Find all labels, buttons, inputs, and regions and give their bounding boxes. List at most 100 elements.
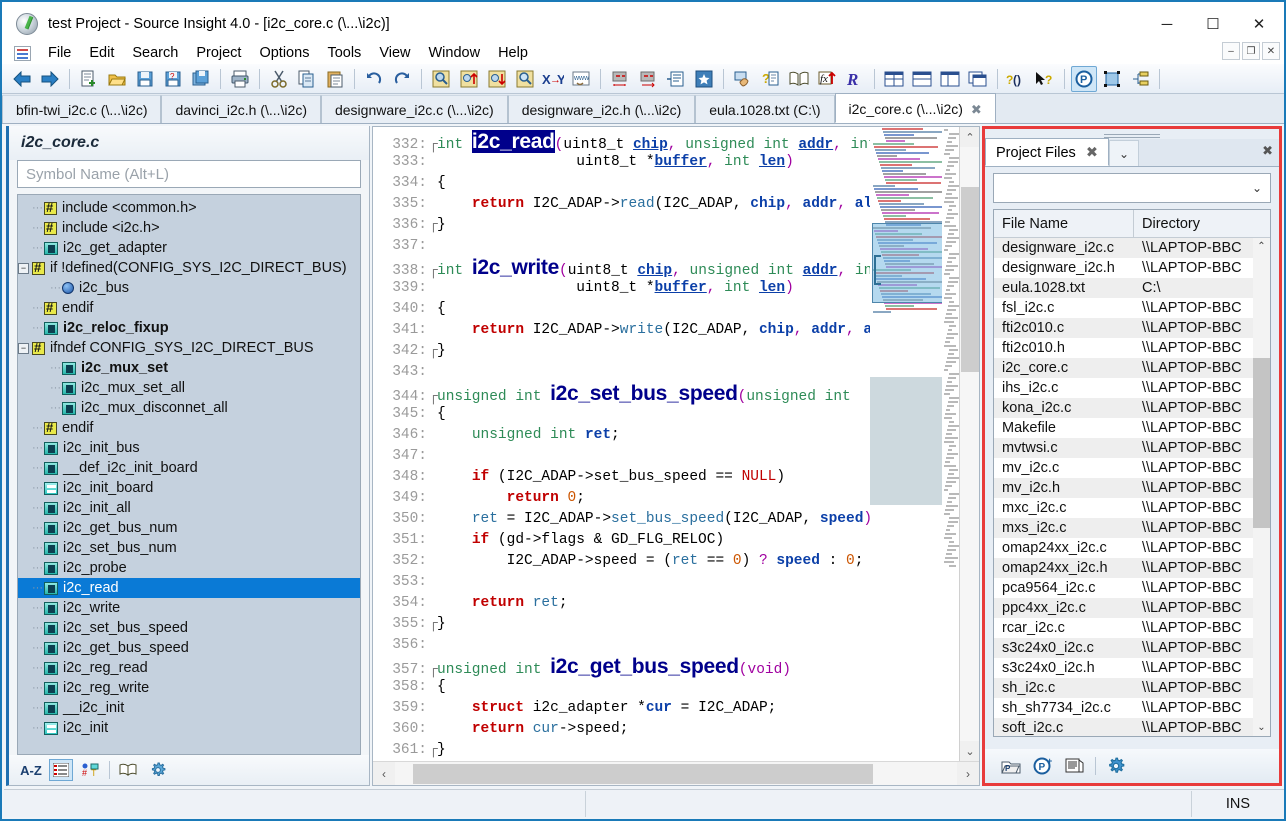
symbol-item[interactable]: ··· i2c_mux_set: [18, 358, 360, 378]
mdi-close-button[interactable]: ✕: [1262, 42, 1280, 60]
menu-window[interactable]: Window: [419, 43, 489, 63]
scroll-right-icon[interactable]: ›: [957, 762, 979, 786]
code-line[interactable]: 353:: [373, 572, 870, 593]
code-line[interactable]: 337:: [373, 236, 870, 257]
tile-icon[interactable]: [881, 66, 907, 92]
tab-davinci-i2c-h[interactable]: davinci_i2c.h (\...\i2c): [161, 95, 321, 123]
project-filter-combobox[interactable]: ⌄: [993, 173, 1271, 203]
relation-icon[interactable]: R: [842, 66, 868, 92]
symbol-search-input[interactable]: Symbol Name (Alt+L): [17, 160, 361, 188]
symbol-item[interactable]: ··· __def_i2c_init_board: [18, 458, 360, 478]
mdi-minimize-button[interactable]: –: [1222, 42, 1240, 60]
chevron-down-icon[interactable]: ⌄: [1252, 181, 1262, 195]
symbol-item[interactable]: ··· __i2c_init: [18, 698, 360, 718]
paste-icon[interactable]: [322, 66, 348, 92]
menu-view[interactable]: View: [370, 43, 419, 63]
code-line[interactable]: 361: ┌}: [373, 740, 870, 761]
table-row[interactable]: pca9564_i2c.c \\LAPTOP-BBC: [994, 578, 1270, 598]
menu-edit[interactable]: Edit: [80, 43, 123, 63]
menu-search[interactable]: Search: [123, 43, 187, 63]
back-icon[interactable]: [9, 66, 35, 92]
new-file-icon[interactable]: [76, 66, 102, 92]
bookmark-left-icon[interactable]: [607, 66, 633, 92]
scrollbar-track[interactable]: [960, 147, 979, 741]
symbol-item[interactable]: ··· i2c_get_bus_speed: [18, 638, 360, 658]
column-header-file-name[interactable]: File Name: [994, 210, 1134, 237]
project-window-icon[interactable]: [1099, 66, 1125, 92]
code-line[interactable]: 348: if (I2C_ADAP->set_bus_speed == NULL…: [373, 467, 870, 488]
code-line[interactable]: 346: unsigned int ret;: [373, 425, 870, 446]
symbol-item[interactable]: − ifndef CONFIG_SYS_I2C_DIRECT_BUS: [18, 338, 360, 358]
table-row[interactable]: fti2c010.c \\LAPTOP-BBC: [994, 318, 1270, 338]
scroll-left-icon[interactable]: ‹: [373, 762, 395, 786]
search-icon[interactable]: [428, 66, 454, 92]
undo-icon[interactable]: [361, 66, 387, 92]
save-all-icon[interactable]: [188, 66, 214, 92]
symbol-item[interactable]: ··· i2c_mux_disconnet_all: [18, 398, 360, 418]
table-row[interactable]: ihs_i2c.c \\LAPTOP-BBC: [994, 378, 1270, 398]
table-row[interactable]: mv_i2c.h \\LAPTOP-BBC: [994, 478, 1270, 498]
symbol-item[interactable]: ··· i2c_reg_write: [18, 678, 360, 698]
file-properties-icon[interactable]: [1063, 754, 1087, 778]
tab-close-icon[interactable]: ✖: [971, 102, 982, 117]
symbol-item[interactable]: − if !defined(CONFIG_SYS_I2C_DIRECT_BUS): [18, 258, 360, 278]
search-files-icon[interactable]: [512, 66, 538, 92]
book-icon[interactable]: [116, 759, 140, 781]
symbol-list-icon[interactable]: [49, 759, 73, 781]
table-row[interactable]: fsl_i2c.c \\LAPTOP-BBC: [994, 298, 1270, 318]
context-help-icon[interactable]: ?: [758, 66, 784, 92]
code-line[interactable]: 332: ┌int i2c_read(uint8_t chip, unsigned…: [373, 130, 870, 153]
tab-close-icon[interactable]: ✖: [1086, 145, 1098, 161]
gear-icon[interactable]: [146, 759, 170, 781]
cascade-icon[interactable]: [965, 66, 991, 92]
menu-options[interactable]: Options: [250, 43, 318, 63]
column-header-directory[interactable]: Directory: [1134, 210, 1270, 237]
symbol-item[interactable]: ···endif: [18, 298, 360, 318]
table-row[interactable]: designware_i2c.h \\LAPTOP-BBC: [994, 258, 1270, 278]
code-line[interactable]: 357: ┌unsigned int i2c_get_bus_speed(void…: [373, 656, 870, 678]
gear-icon[interactable]: [1104, 754, 1128, 778]
table-row[interactable]: s3c24x0_i2c.h \\LAPTOP-BBC: [994, 658, 1270, 678]
fold-marker-icon[interactable]: ┌: [429, 740, 438, 761]
favorite-icon[interactable]: [691, 66, 717, 92]
code-line[interactable]: 349: return 0;: [373, 488, 870, 509]
fold-marker-icon[interactable]: ┌: [429, 215, 438, 236]
expander-icon[interactable]: −: [18, 262, 29, 274]
table-row[interactable]: fti2c010.h \\LAPTOP-BBC: [994, 338, 1270, 358]
symbol-item[interactable]: ··· i2c_get_bus_num: [18, 518, 360, 538]
project-files-list[interactable]: File Name Directory designware_i2c.c \\LA…: [993, 209, 1271, 737]
code-line[interactable]: 342: ┌}: [373, 341, 870, 362]
symbol-item[interactable]: ··· i2c_reloc_fixup: [18, 318, 360, 338]
table-row[interactable]: rcar_i2c.c \\LAPTOP-BBC: [994, 618, 1270, 638]
mdi-restore-button[interactable]: ❐: [1242, 42, 1260, 60]
menu-help[interactable]: Help: [489, 43, 537, 63]
browse-icon[interactable]: [730, 66, 756, 92]
scroll-up-icon[interactable]: ⌃: [1253, 238, 1270, 255]
bookmark-right-icon[interactable]: [635, 66, 661, 92]
code-line[interactable]: 350: ret = I2C_ADAP->set_bus_speed(I2C_A…: [373, 509, 870, 530]
code-line[interactable]: 341: return I2C_ADAP->write(I2C_ADAP, ch…: [373, 320, 870, 341]
hscrollbar-track[interactable]: [395, 761, 957, 785]
symbol-item[interactable]: ··· i2c_write: [18, 598, 360, 618]
scroll-down-icon[interactable]: ⌄: [960, 741, 979, 761]
scrollbar-thumb[interactable]: [1253, 358, 1270, 528]
open-project-icon[interactable]: P: [999, 754, 1023, 778]
code-line[interactable]: 343:: [373, 362, 870, 383]
symbol-item[interactable]: ··· i2c_init_all: [18, 498, 360, 518]
code-line[interactable]: 345: {: [373, 404, 870, 425]
scrollbar-thumb[interactable]: [961, 187, 979, 372]
table-row[interactable]: designware_i2c.c \\LAPTOP-BBC: [994, 238, 1270, 258]
save-icon[interactable]: [132, 66, 158, 92]
symbol-item[interactable]: ··· i2c_bus: [18, 278, 360, 298]
save-as-icon[interactable]: ?: [160, 66, 186, 92]
code-line[interactable]: 351: if (gd->flags & GD_FLG_RELOC): [373, 530, 870, 551]
symbol-item[interactable]: ··· i2c_init_bus: [18, 438, 360, 458]
vertical-split-icon[interactable]: [937, 66, 963, 92]
tab-bfin-twi-i2c-c[interactable]: bfin-twi_i2c.c (\...\i2c): [2, 95, 162, 123]
copy-icon[interactable]: [294, 66, 320, 92]
function-icon[interactable]: fx: [814, 66, 840, 92]
panel-close-icon[interactable]: ✖: [1262, 143, 1273, 159]
project-icon[interactable]: P: [1071, 65, 1097, 92]
table-row[interactable]: mv_i2c.c \\LAPTOP-BBC: [994, 458, 1270, 478]
table-row[interactable]: sh_sh7734_i2c.c \\LAPTOP-BBC: [994, 698, 1270, 718]
